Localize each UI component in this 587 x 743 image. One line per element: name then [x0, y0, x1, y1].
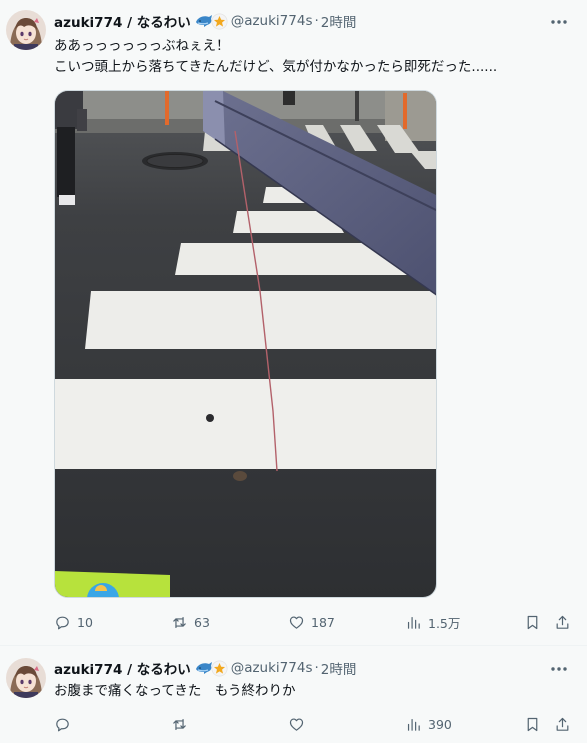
post-text-line-2: こいつ頭上から落ちてきたんだけど、気が付かなかったら即死だった......	[54, 59, 498, 75]
like-button[interactable]: 187	[288, 611, 335, 633]
views-icon	[407, 718, 420, 731]
timestamp[interactable]: 2時間	[321, 11, 357, 31]
reply-count: 10	[77, 614, 93, 630]
display-name[interactable]: azuki774 / なるわい	[54, 11, 191, 31]
bookmark-button[interactable]	[524, 713, 541, 735]
share-button[interactable]	[554, 611, 571, 633]
post-1[interactable]: azuki774 / なるわい @azuki774s · 2時間 ああっっっっっ…	[0, 0, 587, 645]
avatar[interactable]	[6, 658, 46, 698]
crosswalk-photo	[55, 91, 436, 597]
bookmark-icon	[527, 615, 538, 629]
like-icon	[289, 717, 304, 731]
reply-button[interactable]: 10	[54, 611, 93, 633]
post-text: お腹まで痛くなってきた もう終わりか	[54, 683, 296, 699]
handle[interactable]: @azuki774s	[231, 13, 313, 29]
post-text-line-1: ああっっっっっっぶねぇえ！	[54, 38, 230, 54]
like-button[interactable]	[288, 713, 305, 735]
handle[interactable]: @azuki774s	[231, 660, 313, 676]
like-count: 187	[311, 614, 335, 630]
views-button[interactable]: 390	[405, 713, 452, 735]
repost-button[interactable]	[171, 713, 188, 735]
like-icon	[289, 615, 304, 629]
post-header: azuki774 / なるわい @azuki774s · 2時間	[54, 11, 356, 31]
views-count: 1.5万	[428, 615, 461, 631]
bookmark-button[interactable]	[524, 611, 541, 633]
share-icon	[556, 615, 569, 629]
repost-icon	[173, 616, 186, 628]
star-emoji-icon	[211, 660, 228, 677]
avatar[interactable]	[6, 10, 46, 50]
action-bar: 10 63 187 1.5万	[54, 611, 574, 633]
post-photo[interactable]	[54, 90, 437, 598]
separator-dot: ·	[314, 660, 319, 676]
separator-dot: ·	[314, 13, 319, 29]
post-2[interactable]: azuki774 / なるわい @azuki774s · 2時間 お腹まで痛くな…	[0, 645, 587, 743]
repost-count: 63	[194, 614, 210, 630]
views-button[interactable]: 1.5万	[405, 611, 460, 633]
views-icon	[407, 616, 420, 629]
post-text: ああっっっっっっぶねぇえ！ こいつ頭上から落ちてきたんだけど、気が付かなかったら…	[54, 36, 574, 78]
timestamp[interactable]: 2時間	[321, 658, 357, 678]
reply-icon	[56, 616, 69, 629]
views-count: 390	[428, 716, 452, 732]
share-button[interactable]	[554, 713, 571, 735]
display-name[interactable]: azuki774 / なるわい	[54, 658, 191, 678]
share-icon	[556, 717, 569, 731]
reply-button[interactable]	[54, 713, 71, 735]
action-bar: 390	[54, 713, 574, 735]
more-icon[interactable]	[547, 12, 571, 32]
post-header: azuki774 / なるわい @azuki774s · 2時間	[54, 658, 356, 678]
repost-button[interactable]: 63	[171, 611, 210, 633]
reply-icon	[56, 718, 69, 731]
repost-icon	[173, 718, 186, 730]
more-icon[interactable]	[547, 659, 571, 679]
star-emoji-icon	[211, 13, 228, 30]
bookmark-icon	[527, 717, 538, 731]
